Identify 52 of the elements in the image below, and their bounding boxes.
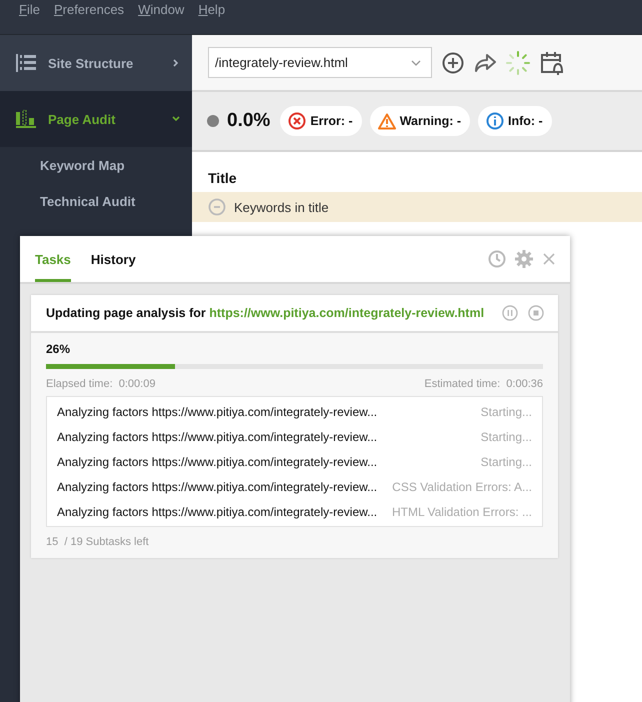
- dialog-tab[interactable]: Tasks: [35, 236, 71, 282]
- issue-badge[interactable]: Error: -: [280, 106, 362, 136]
- task-title: Updating page analysis for https://www.pitiya.com/integrately-review.html: [46, 306, 484, 320]
- menu-item[interactable]: Window: [138, 1, 184, 18]
- close-icon[interactable]: [542, 252, 556, 266]
- sidebar-item[interactable]: Site Structure: [0, 35, 192, 91]
- clock-icon[interactable]: [488, 250, 506, 268]
- menu-item[interactable]: Preferences: [54, 1, 124, 18]
- subtasks-left: 15 / 19 Subtasks left: [46, 536, 150, 548]
- subtask-name: Analyzing factors https://www.pitiya.com/integrately-review...: [57, 404, 378, 418]
- score-value: 0.0%: [227, 110, 270, 132]
- subtask-name: Analyzing factors https://www.pitiya.com/integrately-review...: [57, 430, 378, 444]
- warning-icon: [378, 112, 396, 130]
- share-icon[interactable]: [474, 52, 496, 72]
- subtask-status: Starting...: [480, 404, 532, 418]
- loading-icon: [506, 50, 530, 74]
- error-icon: [288, 112, 306, 130]
- elapsed-time: Elapsed time: 0:00:09: [46, 378, 156, 390]
- add-icon[interactable]: [442, 52, 464, 74]
- factor-row[interactable]: Keywords in title: [192, 192, 642, 222]
- chevron-down-icon: [172, 115, 180, 123]
- sidebar-subitem[interactable]: Technical Audit: [0, 183, 192, 219]
- dialog-tab[interactable]: History: [90, 236, 136, 282]
- info-icon: [486, 112, 504, 130]
- subtask-status: HTML Validation Errors: ...: [392, 504, 532, 518]
- estimated-time: Estimated time: 0:00:36: [424, 378, 543, 390]
- pause-icon[interactable]: [502, 305, 518, 321]
- chevron-right-icon: [172, 59, 180, 67]
- subtask-name: Analyzing factors https://www.pitiya.com/integrately-review...: [57, 504, 378, 518]
- menu-item[interactable]: Help: [198, 1, 226, 18]
- menu-item[interactable]: File: [19, 1, 40, 18]
- progress-percent: 26%: [46, 342, 72, 356]
- subtask-status: Starting...: [480, 430, 532, 444]
- subtask-status: Starting...: [480, 454, 532, 468]
- subtask-name: Analyzing factors https://www.pitiya.com/integrately-review...: [57, 454, 378, 468]
- stop-icon[interactable]: [528, 305, 544, 321]
- subtask-name: Analyzing factors https://www.pitiya.com/integrately-review...: [57, 480, 378, 494]
- chart-icon: [16, 110, 36, 128]
- minus-circle-icon: [208, 198, 226, 216]
- settings-icon[interactable]: [515, 250, 533, 268]
- calendar-bell-icon[interactable]: [540, 50, 564, 74]
- subtask-status: CSS Validation Errors: A...: [392, 480, 532, 494]
- status-dot: [207, 115, 219, 127]
- section-heading: Title: [207, 169, 238, 188]
- issue-badge[interactable]: Info: -: [478, 106, 552, 136]
- list-icon: [16, 54, 36, 72]
- sidebar-item[interactable]: Page Audit: [0, 91, 192, 147]
- caret-icon: [411, 60, 421, 66]
- task-link[interactable]: https://www.pitiya.com/integrately-review.html: [209, 306, 484, 320]
- sidebar-subitem[interactable]: Keyword Map: [0, 147, 192, 183]
- issue-badge[interactable]: Warning: -: [370, 106, 470, 136]
- url-dropdown[interactable]: /integrately-review.html: [208, 47, 432, 78]
